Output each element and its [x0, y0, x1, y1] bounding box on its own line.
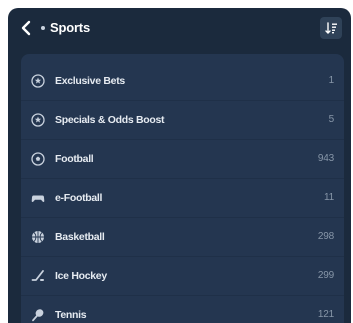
list-item-tennis[interactable]: Tennis 121 [21, 295, 344, 323]
event-count: 5 [328, 114, 335, 125]
sports-panel: Sports Exclusive Bets 1 Specials & Odds … [8, 8, 351, 323]
sport-label: Football [55, 152, 94, 165]
list-item-exclusive-bets[interactable]: Exclusive Bets 1 [21, 61, 344, 100]
basketball-icon [31, 230, 45, 244]
list-item-ice-hockey[interactable]: Ice Hockey 299 [21, 256, 344, 295]
event-count: 299 [317, 270, 334, 281]
sports-list: Exclusive Bets 1 Specials & Odds Boost 5 [21, 54, 344, 323]
event-count: 11 [324, 192, 334, 203]
event-count: 943 [317, 153, 334, 164]
star-badge-icon [31, 112, 45, 127]
sport-label: Tennis [55, 308, 87, 321]
list-item-football[interactable]: Football 943 [21, 139, 344, 178]
star-badge-icon [31, 73, 45, 88]
sport-label: Specials & Odds Boost [55, 113, 165, 126]
page-title: Sports [50, 20, 90, 35]
gamepad-icon [31, 191, 45, 205]
sort-button[interactable] [320, 17, 342, 39]
list-item-e-football[interactable]: e-Football 11 [21, 178, 344, 217]
sport-label: Basketball [55, 230, 105, 243]
soccer-ball-icon [31, 151, 45, 166]
sport-label: Exclusive Bets [55, 74, 125, 87]
hockey-stick-icon [31, 269, 45, 283]
sport-label: e-Football [55, 191, 103, 204]
back-button[interactable] [16, 18, 36, 38]
list-item-specials-odds-boost[interactable]: Specials & Odds Boost 5 [21, 100, 344, 139]
event-count: 121 [317, 309, 334, 320]
event-count: 1 [328, 75, 335, 86]
event-count: 298 [317, 231, 334, 242]
chevron-left-icon [21, 20, 31, 36]
title-bullet [41, 26, 45, 30]
panel-header: Sports [8, 8, 351, 48]
list-item-basketball[interactable]: Basketball 298 [21, 217, 344, 256]
sort-icon [325, 22, 337, 34]
sport-label: Ice Hockey [55, 269, 107, 282]
tennis-racket-icon [31, 308, 45, 322]
